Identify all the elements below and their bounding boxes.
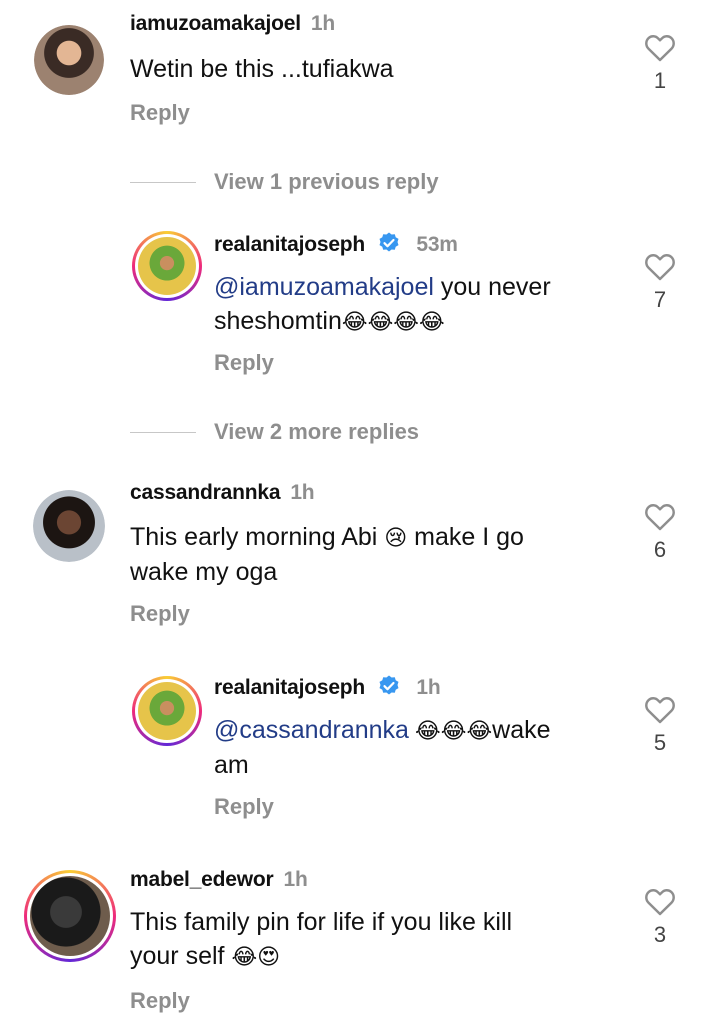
reply-button[interactable]: Reply	[130, 601, 190, 627]
reply-realanitajoseph-2: realanitajoseph 1h @cassandrannka 😂😂😂wak…	[0, 668, 720, 838]
view-replies-label[interactable]: View 1 previous reply	[214, 169, 439, 195]
divider-line	[130, 181, 196, 183]
like-count: 1	[653, 68, 667, 93]
comment-iamuzoamakajoel: iamuzoamakajoel 1h Wetin be this ...tufia…	[0, 0, 720, 140]
like-count: 7	[653, 287, 667, 312]
reply-button[interactable]: Reply	[214, 350, 274, 376]
like-count: 6	[653, 537, 667, 562]
like-button[interactable]: 1	[630, 32, 690, 94]
timestamp: 53m	[416, 233, 458, 256]
emoji: 😂😂😂	[408, 718, 493, 743]
avatar[interactable]	[24, 870, 116, 962]
verified-badge-icon	[379, 675, 399, 695]
heart-outline-icon[interactable]	[643, 32, 677, 62]
timestamp: 1h	[310, 12, 336, 35]
comment-mabel-edewor: mabel_edewor 1h This family pin for life …	[0, 862, 720, 1027]
like-button[interactable]: 7	[630, 251, 690, 313]
divider-line	[130, 431, 196, 433]
view-previous-replies[interactable]: View 1 previous reply	[130, 167, 439, 197]
heart-outline-icon[interactable]	[643, 694, 677, 724]
username-label[interactable]: realanitajoseph 53m	[214, 231, 458, 257]
emoji: 😢	[384, 525, 408, 550]
heart-outline-icon[interactable]	[643, 251, 677, 281]
heart-outline-icon[interactable]	[643, 501, 677, 531]
mention-link[interactable]: @cassandrannka	[214, 716, 409, 744]
timestamp: 1h	[416, 676, 441, 699]
like-count: 3	[653, 922, 667, 947]
heart-outline-icon[interactable]	[643, 886, 677, 916]
comment-text: @cassandrannka 😂😂😂wake am	[214, 716, 551, 779]
timestamp: 1h	[283, 868, 308, 891]
username-label[interactable]: realanitajoseph 1h	[214, 674, 441, 700]
avatar[interactable]	[132, 231, 202, 301]
timestamp: 1h	[290, 481, 315, 504]
username-label[interactable]: iamuzoamakajoel 1h	[130, 12, 335, 36]
mention-link[interactable]: @iamuzoamakajoel	[214, 273, 434, 301]
comment-text: This early morning Abi 😢 make I go wake …	[130, 523, 524, 586]
comment-cassandrannka: cassandrannka 1h This early morning Abi 😢…	[0, 475, 720, 635]
emoji: 😂😍	[231, 944, 281, 969]
verified-badge-icon	[379, 232, 399, 252]
like-count: 5	[653, 730, 667, 755]
comment-text: This family pin for life if you like kil…	[130, 908, 513, 970]
comment-text: Wetin be this ...tufiakwa	[130, 55, 394, 83]
avatar[interactable]	[34, 25, 104, 95]
username-label[interactable]: mabel_edewor 1h	[130, 868, 308, 892]
reply-button[interactable]: Reply	[214, 794, 274, 820]
like-button[interactable]: 3	[630, 886, 690, 948]
reply-realanitajoseph-1: realanitajoseph 53m @iamuzoamakajoel you…	[0, 225, 720, 395]
avatar[interactable]	[132, 676, 202, 746]
like-button[interactable]: 6	[630, 501, 690, 563]
emoji: 😂😂😂😂	[341, 309, 445, 334]
reply-button[interactable]: Reply	[130, 100, 190, 126]
view-more-replies[interactable]: View 2 more replies	[130, 417, 419, 447]
reply-button[interactable]: Reply	[130, 988, 190, 1014]
comment-text: @iamuzoamakajoel you never sheshomtin😂😂😂…	[214, 273, 551, 335]
username-label[interactable]: cassandrannka 1h	[130, 481, 315, 505]
avatar[interactable]	[33, 490, 105, 562]
view-replies-label[interactable]: View 2 more replies	[214, 419, 419, 445]
like-button[interactable]: 5	[630, 694, 690, 756]
